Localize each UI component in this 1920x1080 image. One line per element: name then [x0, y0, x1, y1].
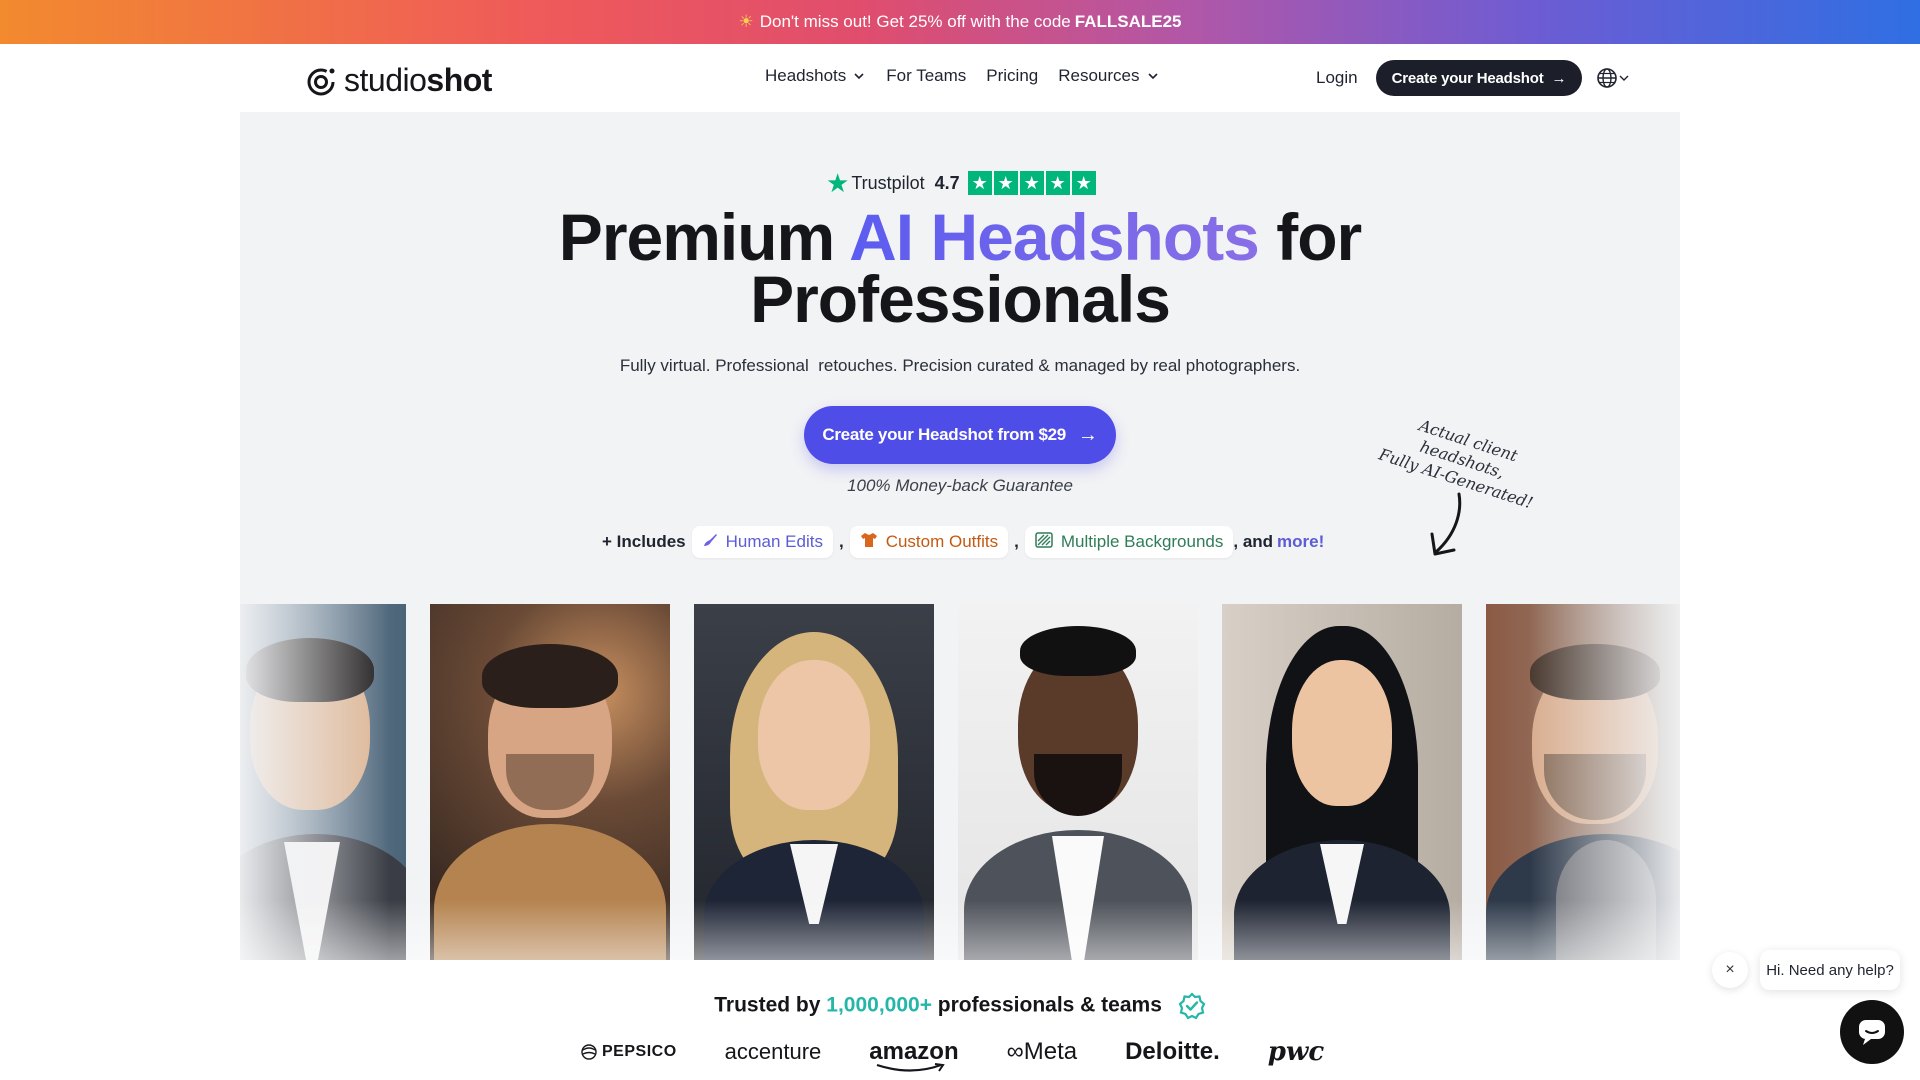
chip-label: Human Edits: [725, 532, 823, 551]
star-icon: ★: [1071, 171, 1096, 195]
menu-item-label: Headshots: [765, 66, 847, 85]
trustpilot-score: 4.7: [934, 172, 960, 193]
client-logos: PEPSICO accenture amazon ∞Meta Deloitte.…: [580, 1032, 1372, 1072]
logo-text: pwc: [1267, 1037, 1325, 1067]
hero-title-part2: for: [1258, 200, 1362, 274]
logo-text: PEPSICO: [602, 1043, 677, 1060]
logo-text: studioshot: [344, 62, 492, 99]
logo-pepsico: PEPSICO: [580, 1043, 677, 1061]
star-icon: ★: [967, 171, 992, 195]
separator: ,: [1014, 532, 1019, 551]
logo-accenture: accenture: [725, 1039, 822, 1065]
logo-text: Meta: [1023, 1038, 1078, 1065]
create-headshot-nav-button[interactable]: Create your Headshot →: [1375, 60, 1583, 96]
verified-check-icon: [1178, 992, 1206, 1020]
brush-icon: [702, 532, 718, 553]
button-label: Create your Headshot: [1391, 69, 1544, 87]
close-icon: ×: [1725, 961, 1735, 978]
promo-banner[interactable]: ☀ Don't miss out! Get 25% off with the c…: [0, 0, 1920, 44]
logo-text: Deloitte.: [1125, 1038, 1220, 1065]
button-label: Create your Headshot from $29: [822, 425, 1066, 444]
hero-title-line2: Professionals: [750, 262, 1171, 336]
chevron-down-icon: [1619, 75, 1629, 81]
menu-item-pricing[interactable]: Pricing: [986, 66, 1038, 86]
background-icon: [1035, 531, 1053, 553]
hero-subtitle: Fully virtual. Professional retouches. P…: [619, 356, 1301, 375]
arrow-right-icon: →: [1551, 69, 1567, 87]
chip-label: Multiple Backgrounds: [1060, 532, 1224, 551]
promo-code: FALLSALE25: [1074, 12, 1182, 31]
trustpilot-label: Trustpilot: [851, 172, 925, 193]
curved-arrow-icon: [1430, 492, 1462, 556]
menu-item-for-teams[interactable]: For Teams: [886, 66, 966, 86]
chat-dismiss-button[interactable]: ×: [1712, 952, 1748, 988]
chevron-down-icon: [854, 73, 864, 80]
headshot-gallery: [240, 604, 1680, 960]
chevron-down-icon: [1147, 73, 1158, 80]
pepsico-globe-icon: [581, 1044, 597, 1060]
chip-multiple-backgrounds[interactable]: Multiple Backgrounds: [1024, 526, 1234, 558]
trustpilot-rating[interactable]: ★ Trustpilot 4.7 ★ ★ ★ ★ ★: [826, 170, 1096, 196]
logo-text: accenture: [724, 1039, 822, 1064]
shirt-icon: [860, 532, 878, 553]
chip-human-edits[interactable]: Human Edits: [691, 526, 833, 558]
chat-greeting-text: Hi. Need any help?: [1766, 961, 1894, 979]
logo-text-light: studio: [344, 62, 427, 98]
separator: ,: [838, 532, 844, 551]
logo-text: amazon: [869, 1038, 959, 1065]
star-icon: ★: [1045, 171, 1070, 195]
menu-item-label: Resources: [1058, 66, 1140, 85]
trusted-by-heading: Trusted by 1,000,000+ professionals & te…: [0, 992, 1920, 1020]
login-link[interactable]: Login: [1316, 68, 1358, 88]
meta-infinity-icon: ∞: [1006, 1038, 1024, 1065]
gallery-fade-bottom: [240, 900, 1680, 960]
logo-pwc: pwc: [1268, 1037, 1324, 1067]
chip-label: Custom Outfits: [885, 532, 999, 551]
trusted-suffix: professionals & teams: [931, 993, 1162, 1017]
more-link[interactable]: more!: [1277, 532, 1324, 552]
trustpilot-star-icon: ★: [826, 168, 850, 198]
right-nav: Login Create your Headshot →: [1316, 60, 1630, 96]
menu-item-label: For Teams: [886, 66, 967, 85]
language-selector[interactable]: [1596, 67, 1630, 89]
rating-stars: ★ ★ ★ ★ ★: [967, 171, 1096, 195]
top-nav: studioshot Headshots For Teams Pricing R…: [0, 44, 1920, 112]
logo[interactable]: studioshot: [306, 62, 492, 99]
create-headshot-button[interactable]: Create your Headshot from $29 →: [804, 406, 1116, 464]
logo-amazon: amazon: [869, 1038, 959, 1072]
sun-icon: ☀: [738, 12, 754, 31]
includes-row: + Includes Human Edits , Custom Outfits …: [602, 526, 1324, 558]
arrow-right-icon: →: [1077, 423, 1098, 446]
amazon-smile-icon: [876, 1063, 945, 1072]
logo-mark-icon: [307, 68, 335, 95]
star-icon: ★: [1019, 171, 1044, 195]
menu-item-resources[interactable]: Resources: [1058, 66, 1159, 86]
hero-section: ★ Trustpilot 4.7 ★ ★ ★ ★ ★ Premium AI He…: [240, 112, 1680, 960]
and-text: , and: [1233, 532, 1274, 551]
chat-icon: [1859, 1020, 1885, 1045]
main-menu: Headshots For Teams Pricing Resources: [765, 66, 1180, 86]
includes-label: + Includes: [602, 532, 686, 551]
hero-title: Premium AI Headshots for Professionals: [240, 204, 1680, 332]
trusted-count: 1,000,000+: [826, 993, 932, 1017]
menu-item-label: Pricing: [986, 66, 1039, 85]
star-icon: ★: [993, 171, 1018, 195]
logo-meta: ∞Meta: [1007, 1038, 1077, 1066]
globe-icon: [1597, 68, 1618, 88]
chip-custom-outfits[interactable]: Custom Outfits: [849, 526, 1009, 558]
trusted-prefix: Trusted by: [714, 993, 827, 1017]
menu-item-headshots[interactable]: Headshots: [765, 66, 866, 86]
logo-text-bold: shot: [426, 62, 492, 98]
promo-text: Don't miss out! Get 25% off with the cod…: [759, 12, 1071, 31]
chat-greeting-bubble[interactable]: Hi. Need any help?: [1760, 950, 1900, 990]
logo-deloitte: Deloitte.: [1125, 1038, 1220, 1066]
chat-launcher-button[interactable]: [1840, 1000, 1904, 1064]
